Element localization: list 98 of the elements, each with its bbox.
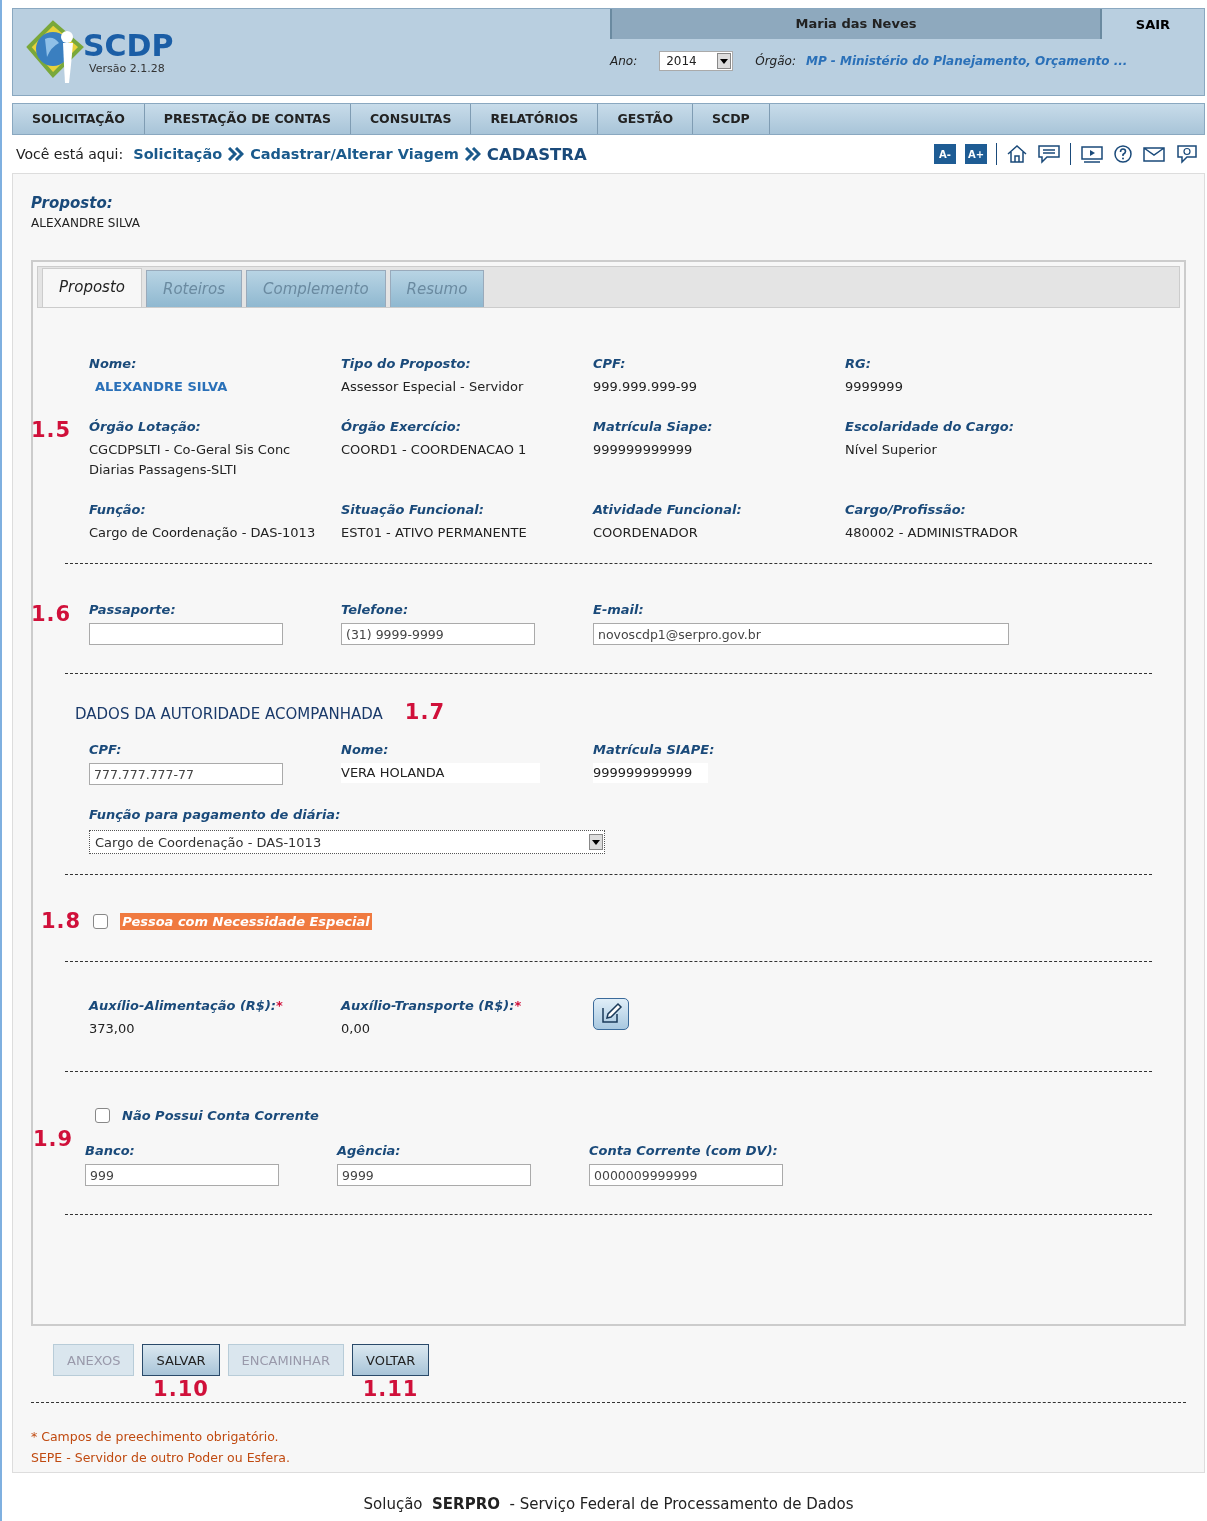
action-button[interactable]: SALVAR (142, 1344, 220, 1376)
function-select[interactable]: Cargo de Coordenação - DAS-1013 (89, 830, 605, 854)
menu-item[interactable]: GESTÃO (598, 104, 694, 134)
checkbox-label: Pessoa com Necessidade Especial (120, 912, 372, 930)
help-icon[interactable] (1113, 144, 1133, 164)
field-label: Auxílio-Alimentação (R$):* (89, 998, 283, 1013)
org-label: Órgão: (755, 54, 796, 68)
field-value: CGCDPSLTI - Co-Geral Sis Conc Diarias Passagens-SLTI (89, 441, 292, 479)
font-size-button[interactable]: A- (934, 144, 956, 164)
proposto-name: ALEXANDRE SILVA (31, 216, 142, 230)
checkbox[interactable] (95, 1108, 110, 1123)
home-icon[interactable] (1006, 144, 1028, 164)
input-field[interactable]: 777.777.777-77 (89, 763, 283, 785)
year-select[interactable]: 2014 (659, 51, 734, 71)
name-link[interactable]: ALEXANDRE SILVA (89, 377, 228, 397)
field-label: CPF: (593, 356, 626, 371)
field-value: EST01 - ATIVO PERMANENTE (341, 524, 527, 542)
menu-item[interactable]: SOLICITAÇÃO (13, 104, 145, 134)
field-label: Agência: (337, 1143, 401, 1158)
input-field[interactable]: 9999 (337, 1164, 531, 1186)
checkbox[interactable] (93, 913, 109, 929)
menu-item[interactable]: PRESTAÇÃO DE CONTAS (144, 104, 351, 134)
field-label: Passaporte: (89, 602, 176, 617)
field-label: Nome: (341, 742, 389, 757)
field-label: Conta Corrente (com DV): (589, 1143, 778, 1158)
field-label: RG: (845, 356, 871, 371)
version-text: Versão 2.1.28 (89, 61, 166, 75)
chevron-icon (228, 147, 245, 161)
tab[interactable]: Proposto (42, 268, 142, 307)
field-label: Órgão Exercício: (341, 419, 461, 434)
step-marker: 1.8 (41, 909, 82, 933)
comment-icon[interactable] (1175, 144, 1199, 164)
field-value: 9999999 (845, 378, 903, 396)
field-value: 999999999999 (593, 441, 693, 459)
field-label: Cargo/Profissão: (845, 502, 966, 517)
footer-text: Solução SERPRO - Serviço Federal de Processamento de Dados (363, 1495, 854, 1513)
field-value: COORDENADOR (593, 524, 698, 542)
user-name: Maria das Neves (610, 9, 1100, 39)
field-label: Órgão Lotação: (89, 419, 201, 434)
dropdown-arrow-icon[interactable] (592, 839, 600, 845)
mail-icon[interactable] (1142, 144, 1166, 164)
section-heading: DADOS DA AUTORIDADE ACOMPANHADA (75, 705, 383, 723)
field-value: VERA HOLANDA (341, 763, 541, 783)
year-label: Ano: (610, 54, 638, 68)
breadcrumb-link[interactable]: Solicitação (133, 146, 223, 162)
proposto-label: Proposto: (31, 194, 114, 212)
field-label: Situação Funcional: (341, 502, 484, 517)
field-value: Cargo de Coordenação - DAS-1013 (89, 524, 316, 542)
field-label: Banco: (85, 1143, 135, 1158)
field-value: 999.999.999-99 (593, 378, 697, 396)
field-label: E-mail: (593, 602, 644, 617)
field-label: CPF: (89, 742, 122, 757)
dropdown-arrow-icon[interactable] (720, 58, 729, 64)
input-field[interactable] (89, 623, 283, 645)
step-marker: 1.7 (404, 700, 445, 724)
footnote-text: SEPE - Servidor de outro Poder ou Esfera. (31, 1450, 291, 1465)
footnote-text: * Campos de preechimento obrigatório. (31, 1429, 280, 1444)
input-field[interactable]: 999 (85, 1164, 279, 1186)
checkbox-label: Não Possui Conta Corrente (122, 1108, 319, 1123)
field-label: Matrícula SIAPE: (593, 742, 715, 757)
breadcrumb-link[interactable]: Cadastrar/Alterar Viagem (250, 146, 459, 162)
step-marker: 1.6 (31, 602, 73, 628)
field-value: 373,00 (89, 1020, 135, 1038)
org-name: MP - Ministério do Planejamento, Orçamento ... (805, 54, 1128, 68)
field-label: Auxílio-Transporte (R$):* (341, 998, 522, 1013)
field-value: COORD1 - COORDENACAO 1 (341, 441, 527, 459)
field-label: Nome: (89, 356, 137, 371)
field-value: Nível Superior (845, 441, 937, 459)
field-value: 480002 - ADMINISTRADOR (845, 524, 1018, 542)
step-marker: 1.9 (33, 1127, 75, 1151)
field-value: 0,00 (341, 1020, 370, 1038)
input-field[interactable]: 0000009999999 (589, 1164, 783, 1186)
menu-item[interactable]: CONSULTAS (350, 104, 472, 134)
chat-icon[interactable] (1037, 144, 1061, 164)
field-label: Escolaridade do Cargo: (845, 419, 1014, 434)
field-label: Atividade Funcional: (593, 502, 742, 517)
field-value: 999999999999 (593, 763, 709, 783)
logo-text: SCDP (83, 29, 174, 62)
step-marker: 1.10 (153, 1376, 209, 1402)
field-label: Tipo do Proposto: (341, 356, 471, 371)
input-field[interactable]: novoscdp1@serpro.gov.br (593, 623, 1009, 645)
menu-item[interactable]: SCDP (693, 104, 770, 134)
pencil-icon (599, 1002, 623, 1026)
play-icon[interactable] (1080, 144, 1104, 164)
edit-button[interactable] (593, 998, 629, 1030)
field-label: Função para pagamento de diária: (89, 807, 342, 822)
menu-item[interactable]: RELATÓRIOS (471, 104, 599, 134)
chevron-icon (464, 147, 481, 161)
field-label: Matrícula Siape: (593, 419, 713, 434)
action-button[interactable]: VOLTAR (352, 1344, 430, 1376)
breadcrumb-label: Você está aqui: (16, 146, 124, 162)
field-value: Assessor Especial - Servidor (341, 378, 524, 396)
field-label: Telefone: (341, 602, 409, 617)
step-marker: 1.5 (31, 418, 72, 442)
font-size-button[interactable]: A+ (965, 144, 987, 164)
input-field[interactable]: (31) 9999-9999 (341, 623, 535, 645)
field-label: Função: (89, 502, 146, 517)
step-marker: 1.11 (362, 1376, 419, 1402)
